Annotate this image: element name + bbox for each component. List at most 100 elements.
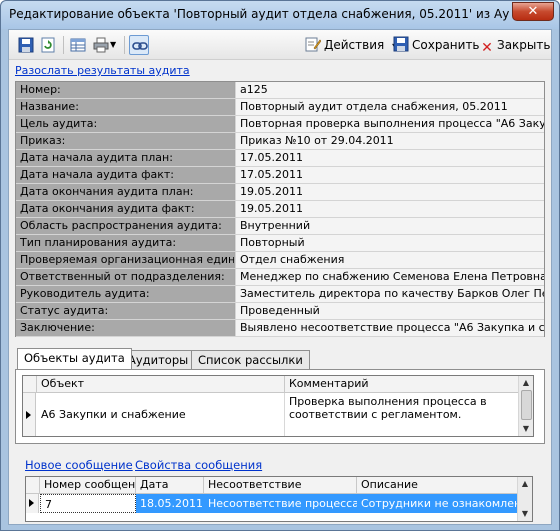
- title-bar[interactable]: Редактирование объекта 'Повторный аудит …: [1, 1, 559, 29]
- property-row[interactable]: Номер: a125: [16, 82, 544, 99]
- scroll-up-arrow-icon[interactable]: ▲: [521, 377, 531, 389]
- property-label: Приказ:: [16, 133, 234, 149]
- objects-header-comment[interactable]: Комментарий: [285, 376, 520, 393]
- messages-header-date[interactable]: Дата: [136, 477, 204, 494]
- property-row[interactable]: Проверяемая организационная единица:Отде…: [16, 252, 544, 269]
- property-value[interactable]: Повторный аудит отдела снабжения, 05.201…: [235, 99, 544, 115]
- messages-header-nonconformity[interactable]: Несоответствие: [204, 477, 357, 494]
- property-value[interactable]: Приказ №10 от 29.04.2011: [235, 133, 544, 149]
- actions-edit-icon: [305, 37, 321, 52]
- link-toggle-button[interactable]: [129, 35, 149, 55]
- message-properties-link[interactable]: Свойства сообщения: [135, 458, 262, 472]
- property-label: Тип планирования аудита:: [16, 235, 234, 251]
- actions-label: Действия: [324, 38, 385, 52]
- refresh-icon[interactable]: [40, 37, 56, 53]
- scroll-down-arrow-icon[interactable]: ▼: [521, 423, 531, 435]
- comment-cell-line-2[interactable]: соответствии с регламентом.: [285, 408, 520, 421]
- property-value[interactable]: 19.05.2011: [235, 184, 544, 200]
- property-row[interactable]: Дата начала аудита план: 17.05.2011: [16, 150, 544, 167]
- printer-icon[interactable]: [93, 37, 109, 53]
- messages-header-description[interactable]: Описание: [357, 477, 519, 494]
- property-row[interactable]: Руководитель аудита: Заместитель директор…: [16, 286, 544, 303]
- object-cell[interactable]: А6 Закупки и снабжение: [37, 393, 285, 436]
- close-label: Закрыть: [497, 38, 551, 52]
- property-grid: Номер: a125 Название: Повторный аудит отдел…: [15, 81, 545, 337]
- close-x-icon: ✕: [481, 40, 493, 56]
- property-row[interactable]: Дата начала аудита факт: 17.05.2011: [16, 167, 544, 184]
- messages-header-number[interactable]: Номер сообщен...: [40, 477, 136, 494]
- messages-vertical-scrollbar[interactable]: ▲ ▼: [517, 477, 532, 521]
- property-label: Дата окончания аудита факт:: [16, 201, 234, 217]
- window-close-button[interactable]: ✕: [512, 2, 554, 21]
- property-row[interactable]: Заключение: Выявлено несоответствие проце…: [16, 320, 544, 337]
- property-label: Область распространения аудита:: [16, 218, 234, 234]
- save-button[interactable]: Сохранить: [393, 36, 480, 54]
- property-label: Дата начала аудита план:: [16, 150, 234, 166]
- property-row[interactable]: Область распространения аудита: Внутренни…: [16, 218, 544, 235]
- property-value[interactable]: a125: [235, 82, 544, 98]
- property-row[interactable]: Статус аудита: Проведенный: [16, 303, 544, 320]
- property-row[interactable]: Тип планирования аудита: Повторный: [16, 235, 544, 252]
- property-label: Заключение:: [16, 320, 234, 336]
- property-row[interactable]: Ответственный от подразделения: Менеджер …: [16, 269, 544, 286]
- window-title: Редактирование объекта 'Повторный аудит …: [9, 7, 509, 21]
- objects-header-object[interactable]: Объект: [37, 376, 285, 393]
- property-value[interactable]: Выявлено несоответствие процесса "А6 Зак…: [235, 320, 544, 336]
- objects-table: Объект Комментарий А6 Закупки и снабжени…: [22, 375, 534, 437]
- tab-audit-objects[interactable]: Объекты аудита: [17, 348, 132, 369]
- property-label: Дата окончания аудита план:: [16, 184, 234, 200]
- scroll-up-arrow-icon[interactable]: ▲: [520, 478, 530, 490]
- comment-cell-line-1[interactable]: Проверка выполнения процесса в: [285, 395, 520, 408]
- editor-window: Редактирование объекта 'Повторный аудит …: [0, 0, 560, 531]
- property-value[interactable]: Повторный: [235, 235, 544, 251]
- property-value[interactable]: Проведенный: [235, 303, 544, 319]
- property-row[interactable]: Название: Повторный аудит отдела снабжени…: [16, 99, 544, 116]
- scroll-down-arrow-icon[interactable]: ▼: [520, 508, 530, 520]
- property-value[interactable]: Внутренний: [235, 218, 544, 234]
- scroll-thumb[interactable]: [521, 390, 532, 420]
- message-nonconformity-cell[interactable]: Несоответствие процесса...: [204, 494, 357, 513]
- table-icon[interactable]: [70, 37, 86, 53]
- send-results-link[interactable]: Разослать результаты аудита: [15, 63, 545, 78]
- property-row[interactable]: Дата окончания аудита план: 19.05.2011: [16, 184, 544, 201]
- property-value[interactable]: 17.05.2011: [235, 150, 544, 166]
- property-row[interactable]: Цель аудита: Повторная проверка выполнени…: [16, 116, 544, 133]
- messages-table: Номер сообщен... Дата Несоответствие Опи…: [25, 476, 533, 522]
- actions-menu-button[interactable]: Действия ▼: [305, 36, 398, 54]
- property-row[interactable]: Приказ: Приказ №10 от 29.04.2011: [16, 133, 544, 150]
- save-icon: [393, 36, 409, 52]
- property-label: Проверяемая организационная единица:: [16, 252, 234, 268]
- property-value[interactable]: 19.05.2011: [235, 201, 544, 217]
- client-area: ▼ Действия ▼: [8, 29, 552, 525]
- save-disk-icon[interactable]: [18, 37, 34, 53]
- objects-vertical-scrollbar[interactable]: ▲ ▼: [518, 376, 533, 436]
- property-label: Название:: [16, 99, 234, 115]
- current-row-arrow-icon: [29, 499, 34, 507]
- row-marker[interactable]: [26, 494, 39, 513]
- close-button[interactable]: ✕ Закрыть: [480, 36, 551, 56]
- row-marker[interactable]: [23, 393, 36, 436]
- toolbar: ▼ Действия ▼: [9, 30, 551, 60]
- property-label: Номер:: [16, 82, 234, 98]
- property-value[interactable]: Повторная проверка выполнения процесса "…: [235, 116, 544, 132]
- property-value[interactable]: Менеджер по снабжению Семенова Елена Пет…: [235, 269, 544, 285]
- message-number-cell[interactable]: 7: [40, 494, 136, 513]
- tab-auditors[interactable]: Аудиторы: [121, 350, 196, 369]
- property-row[interactable]: Дата окончания аудита факт: 19.05.2011: [16, 201, 544, 218]
- printer-dropdown-arrow-icon[interactable]: ▼: [110, 36, 116, 54]
- new-message-link[interactable]: Новое сообщение: [25, 458, 133, 472]
- message-date-cell[interactable]: 18.05.2011: [136, 494, 204, 513]
- toolbar-separator: [63, 36, 64, 54]
- property-value[interactable]: 17.05.2011: [235, 167, 544, 183]
- property-label: Цель аудита:: [16, 116, 234, 132]
- property-value[interactable]: Заместитель директора по качеству Барков…: [235, 286, 544, 302]
- message-description-cell[interactable]: Сотрудники не ознакомлены...: [357, 494, 519, 513]
- property-label: Статус аудита:: [16, 303, 234, 319]
- tab-mailing-list[interactable]: Список рассылки: [191, 350, 310, 369]
- tab-strip: Объекты аудита Аудиторы Список рассылки: [15, 348, 545, 369]
- send-results-link-text: Разослать результаты аудита: [15, 64, 190, 77]
- audit-objects-panel: Объект Комментарий А6 Закупки и снабжени…: [15, 369, 545, 444]
- property-label: Ответственный от подразделения:: [16, 269, 234, 285]
- property-value[interactable]: Отдел снабжения: [235, 252, 544, 268]
- property-label: Дата начала аудита факт:: [16, 167, 234, 183]
